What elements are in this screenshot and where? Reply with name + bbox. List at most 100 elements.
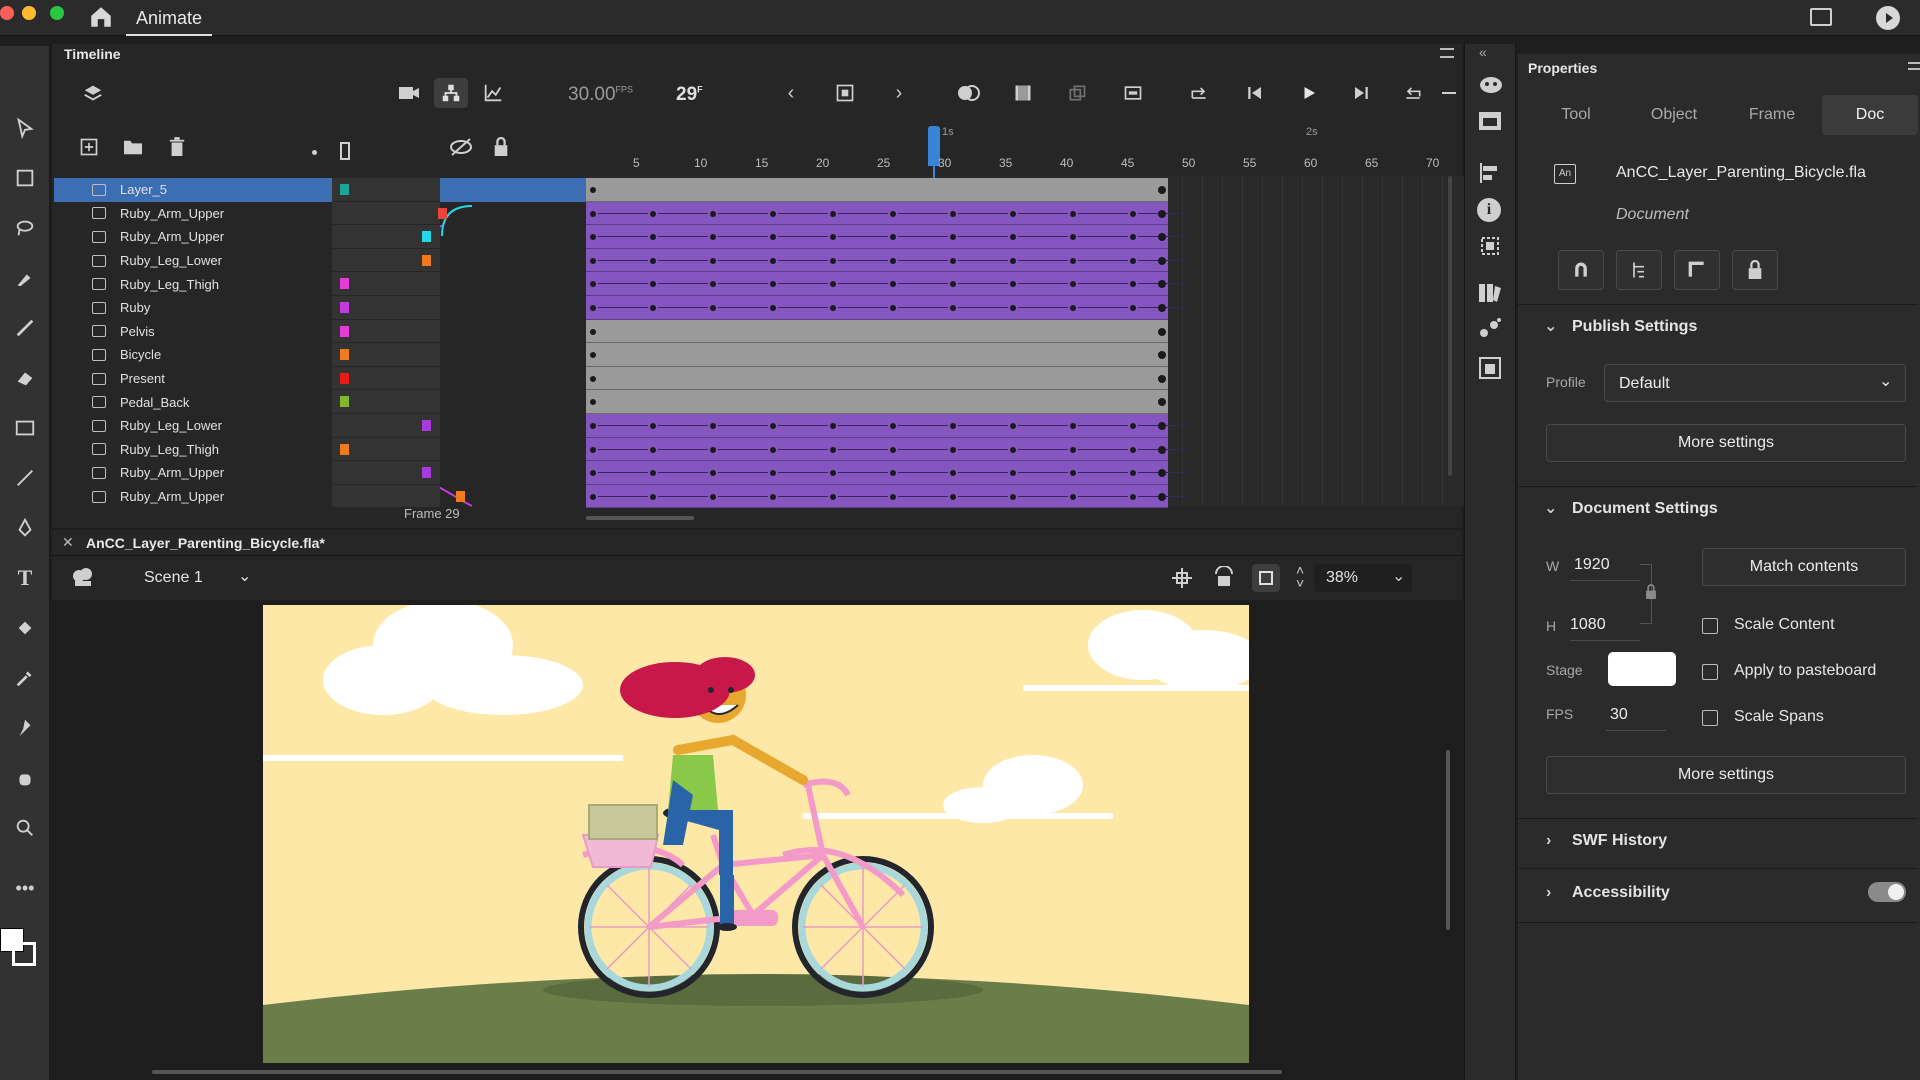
doc-more-settings-button[interactable]: More settings xyxy=(1546,756,1906,794)
layer-row[interactable]: Present xyxy=(54,367,332,391)
layer-row[interactable]: Ruby_Leg_Thigh xyxy=(54,272,332,296)
scene-icon[interactable] xyxy=(70,566,96,588)
swf-chevron-right-icon[interactable]: › xyxy=(1546,832,1551,850)
layer-row[interactable]: Ruby_Arm_Upper xyxy=(54,485,332,509)
keyframe-dot[interactable] xyxy=(1130,257,1136,264)
text-tool-icon[interactable]: T xyxy=(0,558,50,598)
scale-content-checkbox[interactable] xyxy=(1702,618,1718,634)
keyframe-dot[interactable] xyxy=(950,423,956,429)
free-transform-tool-icon[interactable] xyxy=(0,158,50,198)
end-keyframe-dot[interactable] xyxy=(1158,327,1166,336)
layer-color-swatch[interactable] xyxy=(340,184,349,195)
layer-row[interactable]: Ruby_Arm_Upper xyxy=(54,461,332,485)
layer-row[interactable]: Bicycle xyxy=(54,343,332,367)
graph-icon[interactable] xyxy=(476,78,510,108)
apply-to-pasteboard-checkbox[interactable] xyxy=(1702,664,1718,680)
layer-depth-icon[interactable] xyxy=(1616,250,1662,290)
eyedropper-tool-icon[interactable] xyxy=(0,658,50,698)
lasso-tool-icon[interactable] xyxy=(0,208,50,248)
motion-presets-icon[interactable] xyxy=(1477,316,1503,340)
keyframe-dot[interactable] xyxy=(890,257,896,264)
keyframe-dot[interactable] xyxy=(1130,210,1136,217)
play-icon[interactable] xyxy=(1292,78,1326,108)
scene-label[interactable]: Scene 1 xyxy=(144,569,203,587)
edit-multiple-frames-icon[interactable] xyxy=(1006,78,1040,108)
assets-icon[interactable] xyxy=(1477,74,1505,96)
keyframe-dot[interactable] xyxy=(590,423,596,429)
end-keyframe-dot[interactable] xyxy=(1158,422,1166,430)
layer-row[interactable]: Ruby xyxy=(54,296,332,320)
layer-color-swatch[interactable] xyxy=(340,278,349,290)
stage-h-scrollbar[interactable] xyxy=(152,1070,1282,1074)
tab-object[interactable]: Object xyxy=(1626,95,1722,135)
keyframe-dot[interactable] xyxy=(830,210,836,217)
layer-color-swatch[interactable] xyxy=(340,372,349,384)
scale-spans-checkbox[interactable] xyxy=(1702,710,1718,726)
stage-v-scrollbar[interactable] xyxy=(1446,750,1450,930)
keyframe-dot[interactable] xyxy=(1010,423,1016,429)
fps-value-field[interactable]: 30 xyxy=(1610,706,1628,724)
clip-content-icon[interactable] xyxy=(1252,564,1280,592)
keyframe-dot[interactable] xyxy=(830,257,836,264)
keyframe-dot[interactable] xyxy=(890,446,896,453)
hand-tool-icon[interactable] xyxy=(0,758,50,798)
accessibility-chevron-right-icon[interactable]: › xyxy=(1546,884,1551,902)
keyframe-dot[interactable] xyxy=(890,210,896,217)
tab-doc[interactable]: Doc xyxy=(1822,95,1918,135)
zoom-tool-icon[interactable] xyxy=(0,808,50,848)
properties-menu-icon[interactable] xyxy=(1908,62,1920,70)
close-document-icon[interactable]: ✕ xyxy=(62,534,74,551)
frame-value[interactable]: 29 xyxy=(676,84,697,105)
keyframe-dot[interactable] xyxy=(1010,210,1016,217)
stage-color-swatch[interactable] xyxy=(1608,652,1676,686)
layer-row[interactable]: Ruby_Leg_Thigh xyxy=(54,438,332,462)
brush-tool-icon[interactable] xyxy=(0,308,50,348)
layer-color-swatch[interactable] xyxy=(456,490,465,502)
camera-icon[interactable] xyxy=(392,78,426,108)
keyframe-dot[interactable] xyxy=(710,257,716,264)
layer-color-swatch[interactable] xyxy=(422,231,431,243)
end-keyframe-dot[interactable] xyxy=(1158,374,1166,383)
lock-guides-icon[interactable] xyxy=(1732,250,1778,290)
keyframe-dot[interactable] xyxy=(650,493,656,500)
layers-icon[interactable] xyxy=(76,78,110,108)
pin-tool-icon[interactable] xyxy=(0,708,50,748)
keyframe-dot[interactable] xyxy=(1070,210,1076,217)
keyframe-dot[interactable] xyxy=(590,187,596,193)
keyframe-dot[interactable] xyxy=(1130,493,1136,500)
paint-bucket-tool-icon[interactable] xyxy=(0,608,50,648)
keyframe-dot[interactable] xyxy=(1130,305,1136,311)
hide-layers-icon[interactable] xyxy=(444,132,478,162)
profile-select[interactable]: Default ⌄ xyxy=(1604,364,1906,402)
keyframe-dot[interactable] xyxy=(950,210,956,217)
panel-menu-icon[interactable] xyxy=(1440,48,1454,58)
keyframe-dot[interactable] xyxy=(830,446,836,453)
match-contents-button[interactable]: Match contents xyxy=(1702,548,1906,586)
fps-value[interactable]: 30.00 xyxy=(568,84,616,105)
keyframe-dot[interactable] xyxy=(1070,305,1076,311)
layer-parenting-icon[interactable] xyxy=(434,78,468,108)
layer-parent-column[interactable] xyxy=(332,484,440,509)
frame-span[interactable] xyxy=(586,390,1168,414)
frame-ruler[interactable] xyxy=(586,124,1456,180)
onion-skin-icon[interactable] xyxy=(952,78,986,108)
keyframe-dot[interactable] xyxy=(710,446,716,453)
end-keyframe-dot[interactable] xyxy=(1158,209,1166,218)
line-tool-icon[interactable] xyxy=(0,458,50,498)
sync-symbol-icon[interactable] xyxy=(1060,78,1094,108)
layer-row[interactable]: Ruby_Leg_Lower xyxy=(54,249,332,273)
keyframe-dot[interactable] xyxy=(770,305,776,311)
selection-tool-icon[interactable] xyxy=(0,108,50,148)
stroke-color-swatch[interactable] xyxy=(12,942,36,966)
transform-icon[interactable] xyxy=(1477,234,1503,258)
snap-icon[interactable] xyxy=(1170,566,1194,590)
publish-chevron-down-icon[interactable]: ⌄ xyxy=(1544,316,1557,336)
keyframe-dot[interactable] xyxy=(710,423,716,429)
layer-row[interactable]: Layer_5 xyxy=(54,178,332,202)
keyframe-dot[interactable] xyxy=(590,305,596,311)
keyframe-dot[interactable] xyxy=(590,446,596,453)
layer-row[interactable]: Pedal_Back xyxy=(54,390,332,414)
keyframe-dot[interactable] xyxy=(650,257,656,264)
timeline-h-scrollbar[interactable] xyxy=(586,516,694,520)
keyframe-dot[interactable] xyxy=(770,493,776,500)
